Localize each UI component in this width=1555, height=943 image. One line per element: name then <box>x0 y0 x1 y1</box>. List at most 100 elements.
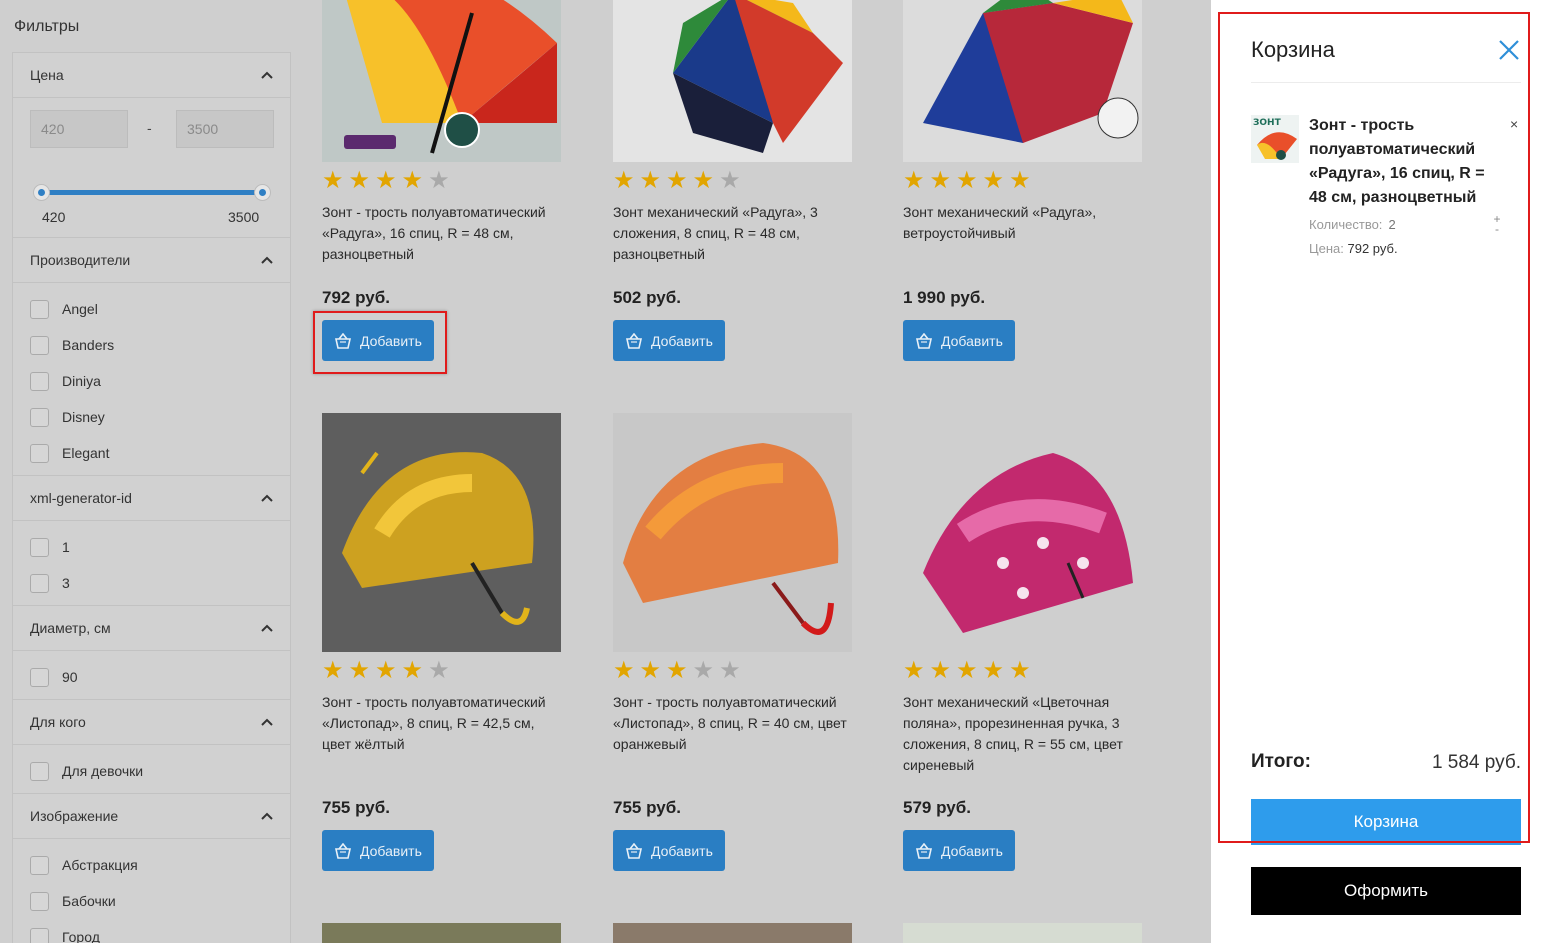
checkbox[interactable] <box>30 761 49 781</box>
add-to-cart-button[interactable]: Добавить <box>903 320 1015 361</box>
product-card: ★ ★ ★ ★ ★ Зонт механический «Цветочная полян… <box>903 413 1143 776</box>
add-to-cart-button[interactable]: Добавить <box>322 830 434 871</box>
highlight-box <box>1218 12 1530 843</box>
checkbox[interactable] <box>30 855 49 875</box>
basket-icon <box>916 842 932 859</box>
manufacturers-list: Angel Banders Diniya Disney Elegant <box>13 283 290 476</box>
checkbox-label: Абстракция <box>62 857 138 873</box>
checkout-button[interactable]: Оформить <box>1251 867 1521 915</box>
star-icon: ★ <box>375 167 397 194</box>
chevron-up-icon[interactable] <box>261 256 273 264</box>
price-slider-track[interactable] <box>41 190 262 195</box>
price-slider-min-handle[interactable] <box>33 184 50 201</box>
product-name[interactable]: Зонт механический «Цветочная поляна», пр… <box>903 692 1143 776</box>
checkbox[interactable] <box>30 407 49 427</box>
product-image[interactable] <box>322 413 561 652</box>
filter-diameter-label: Диаметр, см <box>30 620 111 636</box>
rating-stars: ★ ★ ★ ★ ★ <box>903 659 1143 683</box>
product-price: 755 руб. <box>613 798 681 817</box>
star-icon: ★ <box>348 657 371 684</box>
star-icon: ★ <box>348 167 371 194</box>
product-image[interactable] <box>322 0 561 162</box>
basket-icon <box>626 332 642 349</box>
checkbox-option[interactable]: 90 <box>30 659 290 695</box>
star-icon: ★ <box>982 657 1005 684</box>
product-card: ★ ★ ★ ★ ★ Зонт - трость полуавтоматический «… <box>322 0 562 286</box>
add-to-cart-button[interactable]: Добавить <box>613 830 725 871</box>
product-image[interactable] <box>613 0 852 162</box>
xml-id-list: 1 3 <box>13 521 290 606</box>
checkbox-label: 90 <box>62 669 78 685</box>
checkbox[interactable] <box>30 335 49 355</box>
filter-xml-id-label: xml-generator-id <box>30 490 132 506</box>
filter-image-header[interactable]: Изображение <box>13 794 290 839</box>
checkbox-option[interactable]: Angel <box>30 291 290 327</box>
product-name[interactable]: Зонт механический «Радуга», 3 сложения, … <box>613 202 853 286</box>
checkbox-label: Banders <box>62 337 115 353</box>
filter-xml-id-header[interactable]: xml-generator-id <box>13 476 290 521</box>
chevron-up-icon[interactable] <box>261 624 273 632</box>
star-icon: ★ <box>956 167 978 194</box>
checkbox-option[interactable]: Disney <box>30 399 290 435</box>
product-image[interactable] <box>322 923 561 943</box>
checkbox[interactable] <box>30 443 49 463</box>
chevron-up-icon[interactable] <box>261 71 273 79</box>
chevron-up-icon[interactable] <box>261 494 273 502</box>
basket-icon <box>335 842 351 859</box>
checkbox[interactable] <box>30 537 49 557</box>
checkbox-label: Город <box>62 929 100 943</box>
filter-price-header[interactable]: Цена <box>13 53 290 98</box>
product-price: 755 руб. <box>322 798 390 817</box>
checkbox[interactable] <box>30 371 49 391</box>
checkbox-option[interactable]: Diniya <box>30 363 290 399</box>
price-min-input[interactable]: 420 <box>30 110 128 148</box>
product-name[interactable]: Зонт - трость полуавтоматический «Листоп… <box>613 692 853 776</box>
checkbox[interactable] <box>30 299 49 319</box>
filter-diameter-header[interactable]: Диаметр, см <box>13 606 290 651</box>
checkbox[interactable] <box>30 927 49 943</box>
filter-manufacturers-header[interactable]: Производители <box>13 238 290 283</box>
star-icon: ★ <box>719 657 741 684</box>
checkbox-option[interactable]: 3 <box>30 565 290 601</box>
diameter-list: 90 <box>13 651 290 700</box>
checkbox-option[interactable]: 1 <box>30 529 290 565</box>
product-name[interactable]: Зонт механический «Радуга», ветроустойчи… <box>903 202 1143 286</box>
star-icon: ★ <box>375 657 397 684</box>
price-max-input[interactable]: 3500 <box>176 110 274 148</box>
product-name[interactable]: Зонт - трость полуавтоматический «Листоп… <box>322 692 562 776</box>
product-image[interactable] <box>903 0 1142 162</box>
filter-image-label: Изображение <box>30 808 119 824</box>
product-image[interactable] <box>903 923 1142 943</box>
product-image[interactable] <box>613 413 852 652</box>
star-icon: ★ <box>982 167 1005 194</box>
filter-price-label: Цена <box>30 67 64 83</box>
checkbox[interactable] <box>30 667 49 687</box>
product-image[interactable] <box>903 413 1142 652</box>
product-name[interactable]: Зонт - трость полуавтоматический «Радуга… <box>322 202 562 286</box>
rating-stars: ★ ★ ★ ★ ★ <box>322 659 562 683</box>
checkbox[interactable] <box>30 573 49 593</box>
checkbox-option[interactable]: Для девочки <box>30 753 290 789</box>
checkbox-option[interactable]: Banders <box>30 327 290 363</box>
checkbox-option[interactable]: Бабочки <box>30 883 290 919</box>
star-icon: ★ <box>613 167 635 194</box>
product-image[interactable] <box>613 923 852 943</box>
add-to-cart-button[interactable]: Добавить <box>903 830 1015 871</box>
rating-stars: ★ ★ ★ ★ ★ <box>613 169 853 193</box>
checkbox-option[interactable]: Город <box>30 919 290 943</box>
checkbox-label: Elegant <box>62 445 110 461</box>
checkbox-option[interactable]: Абстракция <box>30 847 290 883</box>
price-dash: - <box>147 120 152 136</box>
price-slider-max-handle[interactable] <box>254 184 271 201</box>
checkbox-option[interactable]: Elegant <box>30 435 290 471</box>
star-icon: ★ <box>1009 657 1031 684</box>
filter-for-whom-header[interactable]: Для кого <box>13 700 290 745</box>
basket-icon <box>916 332 932 349</box>
chevron-up-icon[interactable] <box>261 812 273 820</box>
product-price: 792 руб. <box>322 288 390 307</box>
chevron-up-icon[interactable] <box>261 718 273 726</box>
checkbox[interactable] <box>30 891 49 911</box>
star-icon: ★ <box>903 167 925 194</box>
star-icon: ★ <box>903 657 925 684</box>
add-to-cart-button[interactable]: Добавить <box>613 320 725 361</box>
